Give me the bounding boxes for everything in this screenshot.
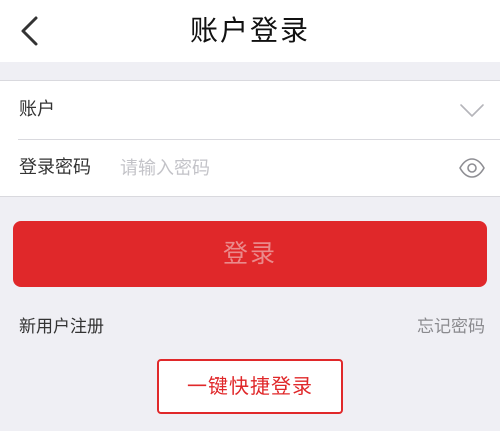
chevron-down-icon[interactable] [458,97,486,123]
account-label: 账户 [19,99,55,120]
eye-icon[interactable] [458,156,486,180]
forgot-password-link[interactable]: 忘记密码 [417,312,485,337]
password-label: 登录密码 [19,157,91,178]
quick-login-button[interactable]: 一键快捷登录 [157,359,343,414]
password-row: 登录密码 [0,139,500,197]
page-title: 账户登录 [189,14,310,47]
login-form: 账户 登录密码 [0,80,500,197]
login-button[interactable]: 登录 [13,221,487,287]
register-link[interactable]: 新用户注册 [19,312,104,337]
navigation-bar: 账户登录 [0,0,500,62]
password-input[interactable] [120,153,440,183]
account-row: 账户 [0,81,500,139]
account-input[interactable] [66,95,436,125]
